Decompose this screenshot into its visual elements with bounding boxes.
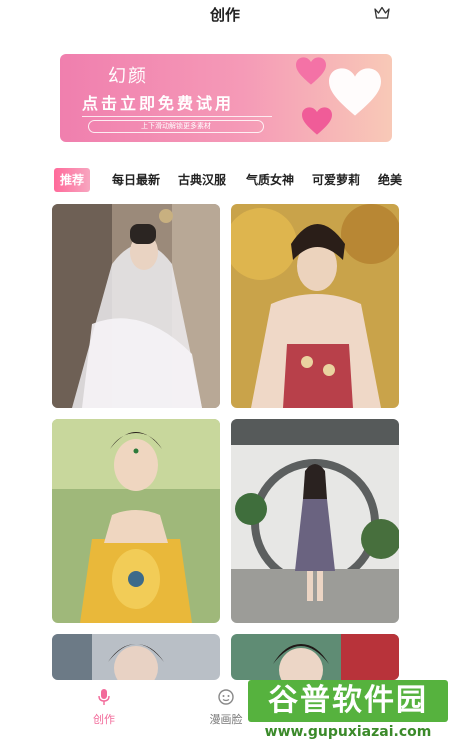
photo-garden-round-gate xyxy=(231,419,399,623)
photo-card[interactable] xyxy=(52,204,220,408)
tab-cute-loli[interactable]: 可爱萝莉 xyxy=(312,168,360,192)
crown-icon[interactable] xyxy=(374,6,390,20)
watermark-brand: 谷普软件园 xyxy=(248,680,448,722)
top-bar: 创作 xyxy=(0,0,450,30)
promo-banner[interactable]: 幻颜 点击立即免费试用 上下滑动解锁更多素材 xyxy=(60,54,392,142)
category-tabs: 推荐 每日最新 古典汉服 气质女神 可爱萝莉 绝美 xyxy=(54,168,406,192)
photo-veil-bride xyxy=(52,204,220,408)
photo-card[interactable] xyxy=(231,204,399,408)
tab-recommend[interactable]: 推荐 xyxy=(54,168,91,192)
photo-card[interactable] xyxy=(231,419,399,623)
photo-portrait-5 xyxy=(52,634,220,680)
tab-classic-hanfu[interactable]: 古典汉服 xyxy=(178,168,226,192)
face-icon xyxy=(218,689,234,705)
photo-card[interactable] xyxy=(231,634,399,680)
microphone-icon xyxy=(98,689,110,705)
banner-hint: 上下滑动解锁更多素材 xyxy=(88,120,264,133)
nav-label-comic-face: 漫画脸 xyxy=(209,713,243,726)
photo-hanfu-autumn xyxy=(231,204,399,408)
tab-stunning[interactable]: 绝美 xyxy=(378,168,402,192)
banner-subtitle: 点击立即免费试用 xyxy=(82,94,235,113)
tab-daily-new[interactable]: 每日最新 xyxy=(112,168,160,192)
watermark-url: www.gupuxiazai.com xyxy=(264,724,432,740)
nav-item-create[interactable]: 创作 xyxy=(86,688,122,727)
site-watermark: 谷普软件园 www.gupuxiazai.com xyxy=(248,680,448,744)
nav-item-comic-face[interactable]: 漫画脸 xyxy=(204,688,248,727)
nav-label-create: 创作 xyxy=(93,713,115,726)
photo-card[interactable] xyxy=(52,634,220,680)
banner-title: 幻颜 xyxy=(108,66,148,87)
photo-yellow-dance-costume xyxy=(52,419,220,623)
heart-icon xyxy=(329,68,381,116)
tab-elegant-goddess[interactable]: 气质女神 xyxy=(246,168,294,192)
photo-portrait-6 xyxy=(231,634,399,680)
heart-icon xyxy=(302,107,332,135)
heart-icon xyxy=(296,57,326,85)
photo-card[interactable] xyxy=(52,419,220,623)
banner-divider xyxy=(82,116,272,117)
